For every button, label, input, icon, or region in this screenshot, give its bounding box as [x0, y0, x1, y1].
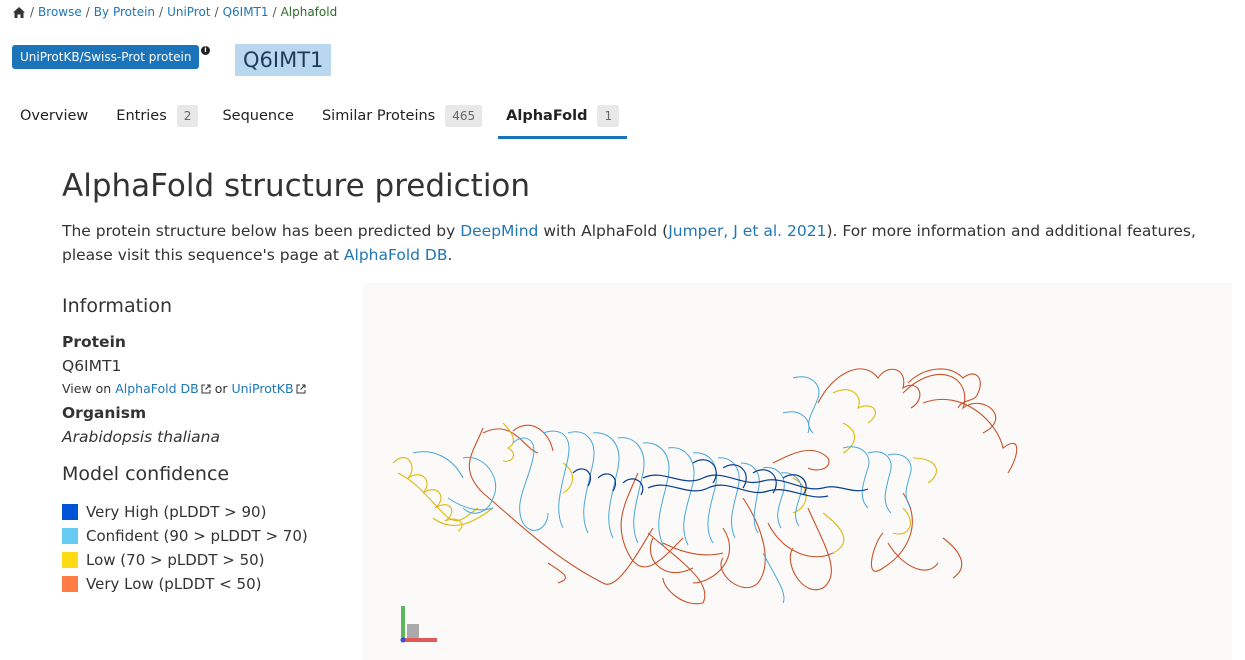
breadcrumb-separator: / — [85, 5, 90, 19]
breadcrumb-browse[interactable]: Browse — [38, 5, 82, 19]
structure-viewer[interactable] — [363, 283, 1232, 660]
external-link-icon — [296, 384, 306, 394]
home-icon[interactable] — [12, 6, 26, 19]
tab-label: Sequence — [222, 108, 294, 124]
database-badge: UniProtKB/Swiss-Prot protein — [12, 45, 200, 69]
breadcrumb-accession[interactable]: Q6IMT1 — [223, 5, 269, 19]
legend-label: Very Low (pLDDT < 50) — [86, 575, 262, 593]
link-label: AlphaFold DB — [115, 381, 199, 396]
tab-label: Similar Proteins — [321, 108, 436, 124]
deepmind-link[interactable]: DeepMind — [460, 222, 538, 240]
intro-text-part: with AlphaFold ( — [538, 222, 669, 240]
very-low-regions — [468, 368, 1018, 605]
link-label: UniProtKB — [231, 381, 294, 396]
legend-label: Low (70 > pLDDT > 50) — [86, 551, 265, 569]
low-regions — [392, 389, 937, 554]
tab-count-badge: 2 — [176, 105, 199, 127]
breadcrumb-by-protein[interactable]: By Protein — [94, 5, 155, 19]
breadcrumb-separator: / — [159, 5, 164, 19]
alphafold-db-link[interactable]: AlphaFold DB — [344, 246, 448, 264]
tab-count-badge: 465 — [445, 105, 483, 127]
or-label: or — [214, 381, 228, 396]
legend-item-low: Low (70 > pLDDT > 50) — [62, 548, 308, 572]
legend-item-very-low: Very Low (pLDDT < 50) — [62, 572, 308, 596]
intro-text: The protein structure below has been pre… — [62, 219, 1237, 267]
breadcrumb-separator: / — [272, 5, 277, 19]
protein-value: Q6IMT1 — [62, 357, 122, 375]
legend-swatch — [62, 576, 78, 592]
breadcrumb-uniprot[interactable]: UniProt — [167, 5, 210, 19]
tab-overview[interactable]: Overview — [12, 96, 96, 136]
information-heading: Information — [62, 295, 172, 317]
section-title: AlphaFold structure prediction — [62, 168, 531, 204]
legend-swatch — [62, 504, 78, 520]
tab-entries[interactable]: Entries 2 — [108, 96, 206, 136]
legend-swatch — [62, 552, 78, 568]
legend-label: Very High (pLDDT > 90) — [86, 503, 267, 521]
view-on-label: View on — [62, 381, 112, 396]
alphafold-db-external-link[interactable]: AlphaFold DB — [115, 381, 211, 396]
external-link-icon — [201, 384, 211, 394]
info-icon[interactable]: i — [201, 46, 210, 55]
confidence-legend: Very High (pLDDT > 90) Confident (90 > p… — [62, 500, 308, 596]
tab-label: Overview — [20, 108, 89, 124]
tab-similar-proteins[interactable]: Similar Proteins 465 — [314, 96, 490, 136]
model-confidence-heading: Model confidence — [62, 463, 230, 485]
tab-alphafold[interactable]: AlphaFold 1 — [498, 96, 628, 139]
breadcrumb-current: Alphafold — [280, 5, 338, 19]
protein-structure-render[interactable] — [363, 283, 1232, 660]
organism-label: Organism — [62, 404, 147, 422]
view-on-links: View on AlphaFold DB or UniProtKB — [62, 381, 306, 396]
legend-item-confident: Confident (90 > pLDDT > 70) — [62, 524, 308, 548]
legend-label: Confident (90 > pLDDT > 70) — [86, 527, 308, 545]
breadcrumb-separator: / — [214, 5, 219, 19]
intro-text-part: The protein structure below has been pre… — [62, 222, 461, 240]
tab-label: Entries — [116, 108, 167, 124]
tab-count-badge: 1 — [597, 105, 620, 127]
citation-link[interactable]: Jumper, J et al. 2021 — [668, 222, 826, 240]
organism-value: Arabidopsis thaliana — [62, 428, 220, 446]
uniprotkb-external-link[interactable]: UniProtKB — [231, 381, 306, 396]
breadcrumb: / Browse / By Protein / UniProt / Q6IMT1… — [12, 5, 337, 19]
legend-swatch — [62, 528, 78, 544]
page-title-accession: Q6IMT1 — [235, 44, 332, 76]
tab-sequence[interactable]: Sequence — [214, 96, 302, 136]
protein-label: Protein — [62, 333, 126, 351]
intro-text-part: . — [447, 246, 453, 264]
axis-gizmo — [400, 606, 437, 643]
breadcrumb-separator: / — [30, 5, 35, 19]
tab-label: AlphaFold — [506, 108, 588, 124]
tab-bar: Overview Entries 2 Sequence Similar Prot… — [12, 96, 628, 139]
very-high-regions — [572, 459, 869, 498]
legend-item-very-high: Very High (pLDDT > 90) — [62, 500, 308, 524]
